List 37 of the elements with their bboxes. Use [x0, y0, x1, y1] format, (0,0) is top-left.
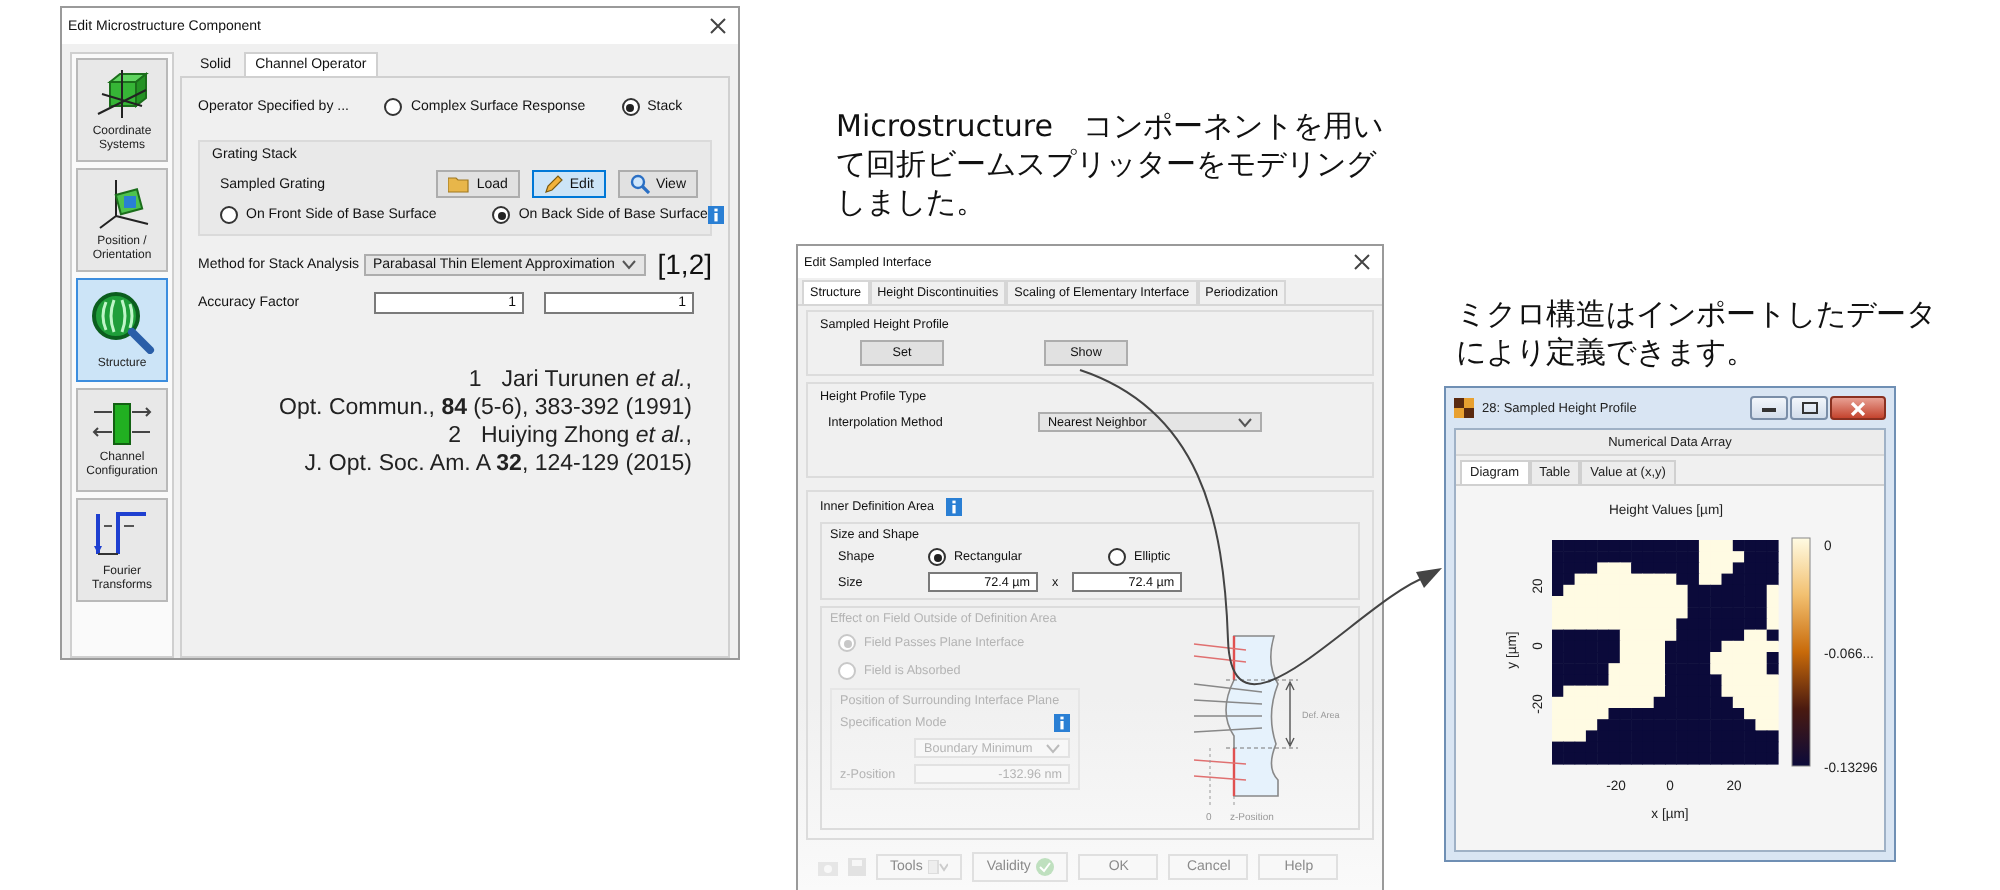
close-icon[interactable] — [710, 18, 726, 34]
magnifier-icon — [629, 174, 650, 194]
minimize-icon — [1762, 405, 1776, 411]
citation-mark: [1,2] — [657, 248, 712, 280]
dropdown-caret-icon — [1046, 743, 1060, 753]
coordinate-cube-icon — [92, 66, 152, 122]
folder-icon — [448, 175, 471, 193]
reference-number: 1 — [468, 366, 482, 394]
dropdown-caret-icon — [621, 259, 636, 269]
radio-button[interactable] — [384, 98, 403, 116]
radio-button[interactable] — [220, 206, 238, 224]
checkmark-icon — [1036, 858, 1055, 876]
close-button[interactable] — [1830, 396, 1886, 420]
maximize-icon — [1801, 402, 1817, 414]
pencil-icon — [543, 174, 564, 194]
channel-block-icon — [90, 400, 154, 448]
dropdown-caret-icon — [928, 860, 949, 874]
radio-button[interactable] — [621, 98, 640, 116]
annotation-text: ミクロ構造はインポートしたデータにより定義できます。 — [1456, 296, 1938, 372]
radio-button[interactable] — [492, 206, 511, 224]
radio-button[interactable] — [928, 548, 946, 566]
magnifier-icon — [88, 289, 156, 353]
checker-icon — [1454, 398, 1474, 418]
reference-author: Jari Turunen et al., — [501, 366, 692, 394]
annotation-text: Microstructure コンポーネントを用いて回折ビームスプリッターをモデリングしました。 — [836, 108, 1384, 222]
info-icon[interactable] — [707, 206, 724, 224]
info-icon[interactable] — [946, 498, 963, 516]
reference-source: Opt. Commun., 84 (5-6), 383-392 (1991) — [279, 394, 692, 422]
reference-source: J. Opt. Soc. Am. A 32, 124-129 (2015) — [302, 450, 692, 478]
maximize-button[interactable] — [1790, 396, 1828, 420]
reference-author: Huiying Zhong et al., — [481, 422, 692, 450]
close-icon[interactable] — [1354, 254, 1370, 270]
close-icon — [1850, 401, 1866, 415]
minimize-button[interactable] — [1750, 396, 1788, 420]
radio-button[interactable] — [1108, 548, 1126, 566]
dropdown-caret-icon — [1238, 417, 1252, 427]
reference-number: 2 — [448, 422, 461, 450]
